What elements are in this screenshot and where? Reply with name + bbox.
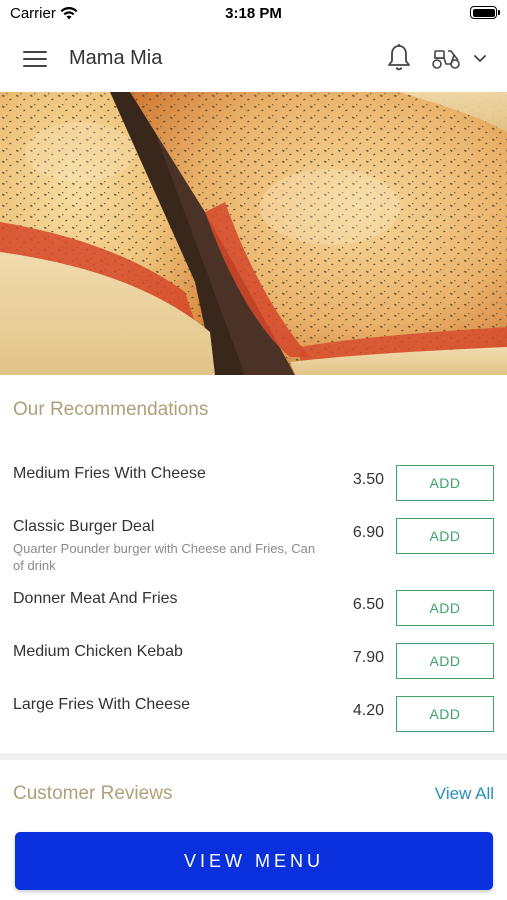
add-button[interactable]: ADD	[396, 696, 494, 732]
status-bar: Carrier 3:18 PM	[0, 0, 507, 28]
section-divider	[0, 753, 507, 760]
item-price: 6.50	[352, 596, 384, 613]
item-name: Classic Burger Deal	[13, 518, 155, 535]
item-name: Medium Fries With Cheese	[13, 465, 206, 482]
battery-icon	[470, 6, 500, 19]
page-title: Mama Mia	[69, 47, 163, 69]
item-price: 6.90	[352, 524, 384, 541]
add-button[interactable]: ADD	[396, 518, 494, 554]
chevron-down-icon[interactable]	[472, 52, 488, 64]
app-header: Mama Mia	[0, 28, 507, 92]
bell-icon[interactable]	[386, 43, 412, 73]
view-all-link[interactable]: View All	[435, 784, 494, 804]
pizza-photo	[0, 92, 507, 375]
add-button[interactable]: ADD	[396, 643, 494, 679]
list-item: Medium Fries With Cheese 3.50 ADD	[0, 465, 507, 503]
list-item: Large Fries With Cheese 4.20 ADD	[0, 696, 507, 734]
item-price: 7.90	[352, 649, 384, 666]
item-price: 4.20	[352, 702, 384, 719]
item-description: Quarter Pounder burger with Cheese and F…	[13, 541, 316, 573]
hero-image	[0, 92, 507, 375]
recommendations-section: Our Recommendations Medium Fries With Ch…	[0, 375, 507, 753]
menu-icon[interactable]	[23, 50, 47, 68]
item-price: 3.50	[352, 471, 384, 488]
view-menu-button[interactable]: VIEW MENU	[15, 832, 493, 890]
item-name: Donner Meat And Fries	[13, 590, 178, 607]
reviews-title: Customer Reviews	[13, 783, 173, 804]
item-name: Large Fries With Cheese	[13, 696, 190, 713]
status-time: 3:18 PM	[225, 5, 282, 22]
recommendations-title: Our Recommendations	[13, 399, 209, 420]
add-button[interactable]: ADD	[396, 590, 494, 626]
delivery-scooter-icon[interactable]	[430, 45, 462, 71]
item-name: Medium Chicken Kebab	[13, 643, 183, 660]
list-item: Donner Meat And Fries 6.50 ADD	[0, 590, 507, 628]
add-button[interactable]: ADD	[396, 465, 494, 501]
list-item: Medium Chicken Kebab 7.90 ADD	[0, 643, 507, 681]
list-item: Classic Burger Deal Quarter Pounder burg…	[0, 518, 507, 578]
